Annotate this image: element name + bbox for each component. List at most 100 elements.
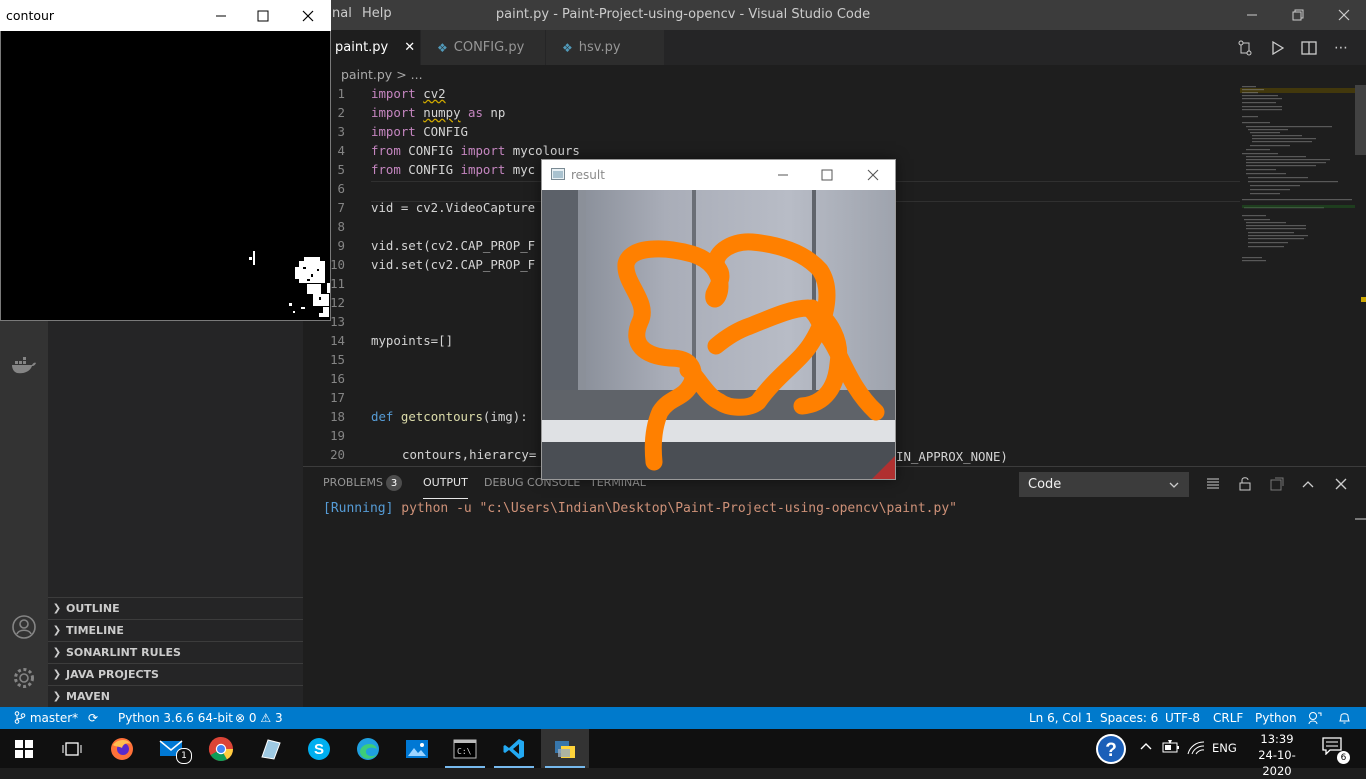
contour-title-bar[interactable]: contour: [0, 0, 331, 31]
minimize-button[interactable]: [1229, 0, 1275, 30]
minimize-icon: [778, 174, 788, 176]
minimap[interactable]: [1240, 85, 1355, 465]
svg-text:S: S: [314, 741, 324, 758]
sidebar-section-sonarlint[interactable]: ❯ SONARLINT RULES: [48, 641, 303, 663]
maximize-panel-icon[interactable]: [1298, 475, 1318, 493]
webcam-drawing-frame[interactable]: [542, 190, 895, 479]
status-encoding[interactable]: UTF-8: [1165, 711, 1200, 725]
error-icon: ⊗: [235, 711, 246, 725]
output-text: [Running] python -u "c:\Users\Indian\Des…: [323, 501, 957, 516]
docker-icon[interactable]: [0, 345, 48, 385]
status-indentation[interactable]: Spaces: 6: [1100, 711, 1158, 725]
start-button[interactable]: [0, 729, 48, 768]
clear-output-icon[interactable]: [1203, 475, 1223, 493]
open-log-icon[interactable]: [1267, 475, 1287, 493]
close-window-button[interactable]: [1321, 0, 1366, 30]
help-icon[interactable]: ?: [1094, 732, 1128, 766]
tab-config-py[interactable]: ❖ CONFIG.py: [421, 30, 546, 65]
chrome-taskbar-button[interactable]: [197, 729, 245, 768]
task-view-button[interactable]: [48, 729, 96, 768]
status-interpreter[interactable]: Python 3.6.6 64-bit: [118, 711, 233, 725]
photos-icon: [406, 739, 428, 758]
warning-icon: ⚠: [260, 711, 272, 725]
panel-scroll-indicator: [1355, 518, 1366, 520]
line-number: 15: [330, 352, 345, 367]
notifications-bell-icon[interactable]: [1338, 711, 1351, 727]
window-app-icon: [551, 168, 565, 180]
tab-output[interactable]: OUTPUT: [423, 476, 468, 499]
restore-icon: [1292, 9, 1304, 21]
maximize-icon: [821, 169, 833, 181]
line-number: 18: [330, 409, 345, 424]
result-maximize-button[interactable]: [807, 160, 847, 190]
section-label: SONARLINT RULES: [66, 646, 181, 659]
tab-problems[interactable]: PROBLEMS: [323, 476, 383, 498]
tab-label: paint.py: [335, 40, 389, 55]
clock-time: 13:39: [1260, 732, 1294, 746]
output-channel-select[interactable]: Code: [1019, 472, 1189, 497]
section-label: JAVA PROJECTS: [66, 668, 159, 681]
contour-maximize-button[interactable]: [243, 0, 283, 31]
feedback-icon[interactable]: [1308, 711, 1322, 727]
sync-icon[interactable]: ⟳: [88, 711, 98, 725]
line-number: 19: [330, 428, 345, 443]
edge-taskbar-button[interactable]: [344, 729, 392, 768]
open-changes-icon[interactable]: [1234, 38, 1256, 58]
warning-marker: [1361, 297, 1366, 302]
sidebar-section-timeline[interactable]: ❯ TIMELINE: [48, 619, 303, 641]
sidebar-section-outline[interactable]: ❯ OUTLINE: [48, 597, 303, 619]
sidebar-section-java-projects[interactable]: ❯ JAVA PROJECTS: [48, 663, 303, 685]
tab-hsv-py[interactable]: ❖ hsv.py: [546, 30, 665, 65]
sidebar-section-maven[interactable]: ❯ MAVEN: [48, 685, 303, 707]
chevron-down-icon: [1169, 482, 1179, 488]
firefox-taskbar-button[interactable]: [98, 729, 146, 768]
contour-minimize-button[interactable]: [201, 0, 241, 31]
code-line: from CONFIG import mycolours: [371, 143, 580, 158]
result-close-button[interactable]: [853, 160, 893, 190]
status-eol[interactable]: CRLF: [1213, 711, 1243, 725]
notepad-icon: [261, 738, 281, 760]
skype-taskbar-button[interactable]: S: [295, 729, 343, 768]
code-line: import numpy as np: [371, 105, 506, 120]
battery-icon[interactable]: [1162, 739, 1180, 759]
wifi-icon[interactable]: [1187, 740, 1205, 759]
scrollbar-thumb[interactable]: [1355, 85, 1366, 155]
vscode-taskbar-button[interactable]: [490, 729, 538, 768]
mail-badge: 1: [176, 748, 192, 764]
run-icon[interactable]: [1266, 38, 1288, 58]
notepad-taskbar-button[interactable]: [246, 729, 294, 768]
taskbar-clock[interactable]: 13:39 24-10-2020: [1252, 731, 1302, 779]
mail-taskbar-button[interactable]: 1: [148, 729, 196, 768]
close-icon: [867, 169, 879, 181]
restore-button[interactable]: [1275, 0, 1321, 30]
gear-icon[interactable]: [0, 658, 48, 698]
terminal-taskbar-button[interactable]: C:\: [441, 729, 489, 768]
maximize-icon: [257, 10, 269, 21]
photos-taskbar-button[interactable]: [393, 729, 441, 768]
status-cursor-position[interactable]: Ln 6, Col 1: [1029, 711, 1093, 725]
result-minimize-button[interactable]: [763, 160, 803, 190]
minimize-icon: [216, 15, 226, 16]
show-hidden-icons[interactable]: [1140, 740, 1152, 755]
status-branch[interactable]: master*: [14, 711, 78, 725]
contour-close-button[interactable]: [288, 0, 328, 31]
result-title-bar[interactable]: result: [542, 160, 895, 190]
split-editor-icon[interactable]: [1298, 38, 1320, 58]
python-taskbar-button[interactable]: [541, 729, 589, 768]
status-language[interactable]: Python: [1255, 711, 1297, 725]
output-channel-value: Code: [1028, 477, 1062, 492]
close-tab-icon[interactable]: ✕: [404, 40, 415, 55]
tab-paint-py[interactable]: paint.py ✕: [330, 30, 421, 65]
clock-date: 24-10-2020: [1258, 748, 1296, 778]
output-command: python -u "c:\Users\Indian\Desktop\Paint…: [401, 501, 957, 516]
input-language[interactable]: ENG: [1212, 741, 1237, 755]
accounts-icon[interactable]: [0, 607, 48, 647]
breadcrumb[interactable]: paint.py > ...: [341, 67, 423, 82]
breadcrumb-file[interactable]: paint.py: [341, 67, 392, 82]
lock-icon[interactable]: [1235, 475, 1255, 493]
status-problems[interactable]: ⊗ 0 ⚠ 3: [235, 711, 283, 725]
action-center-button[interactable]: 6: [1322, 737, 1350, 764]
breadcrumb-symbol[interactable]: ...: [411, 67, 423, 82]
more-actions-icon[interactable]: ⋯: [1330, 38, 1352, 58]
close-panel-icon[interactable]: [1331, 475, 1351, 493]
